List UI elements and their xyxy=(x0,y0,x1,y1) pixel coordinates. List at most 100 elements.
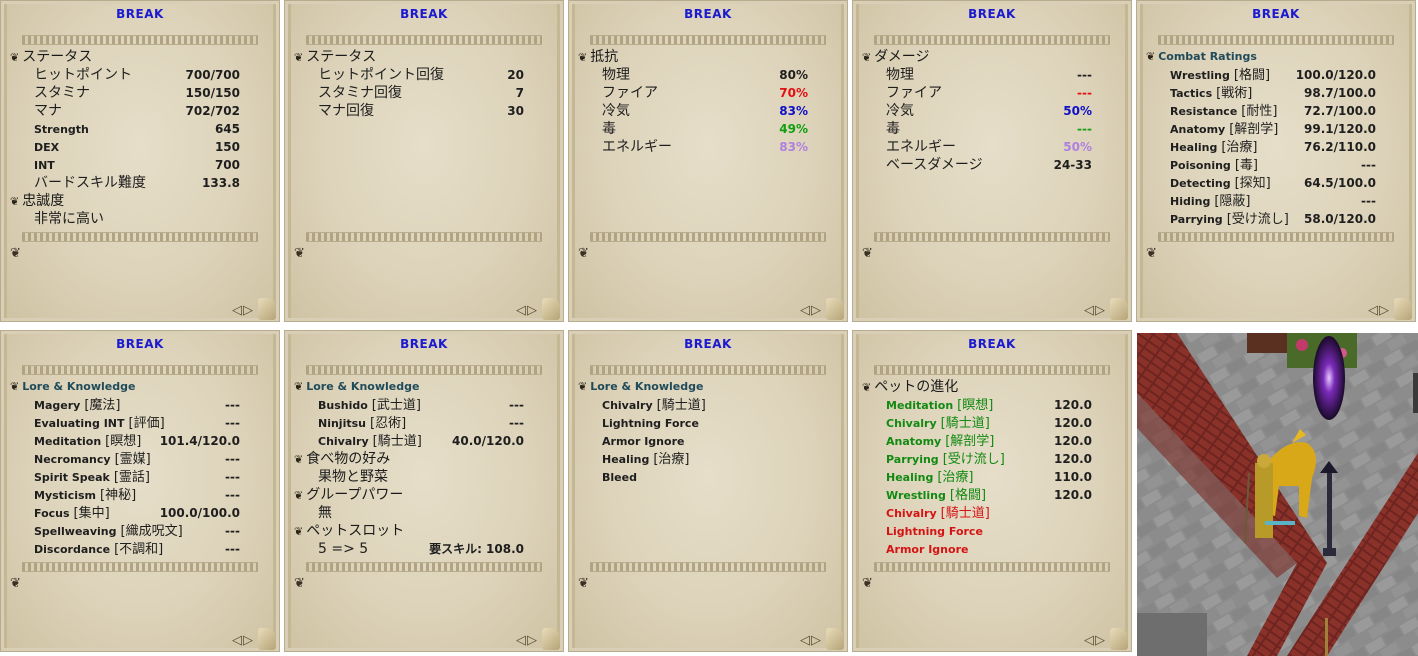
stat-value: 120.0 xyxy=(1054,416,1092,430)
stat-label-jp: [格闘] xyxy=(949,488,987,503)
section-header[interactable]: ❦ Combat Ratings xyxy=(1136,48,1416,66)
ornament-divider xyxy=(874,365,1110,375)
collapse-hook-icon[interactable]: ❦ xyxy=(578,380,587,393)
section-header[interactable]: ❦ ペットスロット xyxy=(284,522,564,540)
section-header[interactable]: ❦ Lore & Knowledge xyxy=(284,378,564,396)
stat-label: Meditation xyxy=(34,435,102,448)
prev-page-arrow-icon[interactable]: ◁ xyxy=(516,303,527,318)
gump-panel[interactable]: BREAK ❦ Lore & Knowledge Chivalry [騎士道] Light… xyxy=(568,330,848,652)
next-page-arrow-icon[interactable]: ▷ xyxy=(1095,303,1106,318)
gump-panel[interactable]: BREAK ❦ ダメージ 物理 --- ファイア --- 冷気 50% 毒 --- エネルギー 50% ベ… xyxy=(852,0,1132,322)
section-header[interactable]: ❦ グループパワー xyxy=(284,486,564,504)
section-header-label: Lore & Knowledge xyxy=(306,380,420,393)
section-header[interactable]: ❦ 抵抗 xyxy=(568,48,848,66)
expand-hook-icon[interactable]: ❦ xyxy=(1146,246,1157,261)
ornament-divider xyxy=(306,35,542,45)
stat-row: ベースダメージ 24-33 xyxy=(852,156,1132,174)
expand-hook-icon[interactable]: ❦ xyxy=(10,576,21,591)
gump-panel[interactable]: BREAK ❦ Lore & Knowledge Magery [魔法] --- Evalu… xyxy=(0,330,280,652)
collapse-hook-icon[interactable]: ❦ xyxy=(294,380,303,393)
expand-hook-icon[interactable]: ❦ xyxy=(294,246,305,261)
next-page-arrow-icon[interactable]: ▷ xyxy=(1095,633,1106,648)
stat-label-jp: [受け流し] xyxy=(1226,212,1289,227)
stat-value: 120.0 xyxy=(1054,452,1092,466)
stat-row: Wrestling [格闘] 120.0 xyxy=(852,486,1132,504)
gump-panel[interactable]: BREAK ❦ ステータス ヒットポイント回復 20 スタミナ回復 7 マナ回復 30 ❦ ◁▷ xyxy=(284,0,564,322)
stat-label: 冷気 xyxy=(602,103,630,119)
pet-name-title: BREAK xyxy=(684,7,732,21)
stat-row: マナ回復 30 xyxy=(284,102,564,120)
prev-page-arrow-icon[interactable]: ◁ xyxy=(800,633,811,648)
collapse-hook-icon[interactable]: ❦ xyxy=(10,380,19,393)
stat-value: 20 xyxy=(507,68,524,82)
collapse-hook-icon[interactable]: ❦ xyxy=(294,489,303,502)
stat-label: Mysticism xyxy=(34,489,96,502)
expand-hook-icon[interactable]: ❦ xyxy=(578,246,589,261)
prev-page-arrow-icon[interactable]: ◁ xyxy=(1084,303,1095,318)
next-page-arrow-icon[interactable]: ▷ xyxy=(243,633,254,648)
collapse-hook-icon[interactable]: ❦ xyxy=(294,453,303,466)
section-header[interactable]: ❦ ステータス xyxy=(284,48,564,66)
expand-hook-icon[interactable]: ❦ xyxy=(862,576,873,591)
prev-page-arrow-icon[interactable]: ◁ xyxy=(1368,303,1379,318)
next-page-arrow-icon[interactable]: ▷ xyxy=(811,633,822,648)
section-header[interactable]: ❦ ダメージ xyxy=(852,48,1132,66)
expand-hook-icon[interactable]: ❦ xyxy=(862,246,873,261)
stat-label: ヒットポイント回復 xyxy=(318,67,444,83)
section-header[interactable]: ❦ ペットの進化 xyxy=(852,378,1132,396)
stat-value: --- xyxy=(225,398,240,412)
gump-panel[interactable]: BREAK ❦ ペットの進化 Meditation [瞑想] 120.0 Chivalry[… xyxy=(852,330,1132,652)
stat-label-jp: [騎士道] xyxy=(656,398,706,413)
panel-content: ❦ 抵抗 物理 80% ファイア 70% 冷気 83% 毒 49% エネルギー 83% xyxy=(568,48,848,156)
stat-row: Hiding [隠蔽] --- xyxy=(1136,192,1416,210)
collapse-hook-icon[interactable]: ❦ xyxy=(862,51,871,64)
section-header[interactable]: ❦ Lore & Knowledge xyxy=(568,378,848,396)
gump-panel[interactable]: BREAK ❦ Combat Ratings Wrestling [格闘] 100.0/1… xyxy=(1136,0,1416,322)
expand-hook-icon[interactable]: ❦ xyxy=(578,576,589,591)
stat-label-jp: [騎士道] xyxy=(940,506,990,521)
gump-panel[interactable]: BREAK ❦ 抵抗 物理 80% ファイア 70% 冷気 83% 毒 49% エネルギー 83% ❦ ◁▷ xyxy=(568,0,848,322)
prev-page-arrow-icon[interactable]: ◁ xyxy=(232,633,243,648)
stat-label: Parrying xyxy=(1170,213,1223,226)
prev-page-arrow-icon[interactable]: ◁ xyxy=(800,303,811,318)
collapse-hook-icon[interactable]: ❦ xyxy=(10,51,19,64)
prev-page-arrow-icon[interactable]: ◁ xyxy=(1084,633,1095,648)
ornament-divider xyxy=(874,232,1110,242)
stat-value: --- xyxy=(509,416,524,430)
collapse-hook-icon[interactable]: ❦ xyxy=(578,51,587,64)
stat-label: Focus xyxy=(34,507,70,520)
gump-panel[interactable]: BREAK ❦ Lore & Knowledge Bushido [武士道] --- Nin… xyxy=(284,330,564,652)
next-page-arrow-icon[interactable]: ▷ xyxy=(243,303,254,318)
panel-content: ❦ Combat Ratings Wrestling [格闘] 100.0/120.0 T… xyxy=(1136,48,1416,228)
expand-hook-icon[interactable]: ❦ xyxy=(10,246,21,261)
collapse-hook-icon[interactable]: ❦ xyxy=(294,525,303,538)
collapse-hook-icon[interactable]: ❦ xyxy=(294,51,303,64)
game-scene-view[interactable] xyxy=(1137,333,1418,656)
pet-name-title: BREAK xyxy=(968,337,1016,351)
stat-value: 49% xyxy=(779,122,808,136)
section-header[interactable]: ❦ 食べ物の好み xyxy=(284,450,564,468)
collapse-hook-icon[interactable]: ❦ xyxy=(1146,50,1155,63)
next-page-arrow-icon[interactable]: ▷ xyxy=(527,303,538,318)
section-header[interactable]: ❦ ステータス xyxy=(0,48,280,66)
expand-hook-icon[interactable]: ❦ xyxy=(294,576,305,591)
next-page-arrow-icon[interactable]: ▷ xyxy=(811,303,822,318)
pet-name-title: BREAK xyxy=(400,7,448,21)
stat-value: 150/150 xyxy=(185,86,240,100)
section-header-label: ステータス xyxy=(22,49,93,65)
gump-panel[interactable]: BREAK ❦ ステータス ヒットポイント 700/700 スタミナ 150/150 マナ 70… xyxy=(0,0,280,322)
stat-row: 非常に高い xyxy=(0,210,280,228)
stat-label: Bushido xyxy=(318,399,368,412)
section-header[interactable]: ❦ Lore & Knowledge xyxy=(0,378,280,396)
section-header[interactable]: ❦ 忠誠度 xyxy=(0,192,280,210)
stat-value: 70% xyxy=(779,86,808,100)
collapse-hook-icon[interactable]: ❦ xyxy=(862,381,871,394)
ornament-divider xyxy=(1158,232,1394,242)
next-page-arrow-icon[interactable]: ▷ xyxy=(1379,303,1390,318)
prev-page-arrow-icon[interactable]: ◁ xyxy=(232,303,243,318)
stat-label: 物理 xyxy=(886,67,914,83)
next-page-arrow-icon[interactable]: ▷ xyxy=(527,633,538,648)
prev-page-arrow-icon[interactable]: ◁ xyxy=(516,633,527,648)
stat-value: 50% xyxy=(1063,104,1092,118)
collapse-hook-icon[interactable]: ❦ xyxy=(10,195,19,208)
